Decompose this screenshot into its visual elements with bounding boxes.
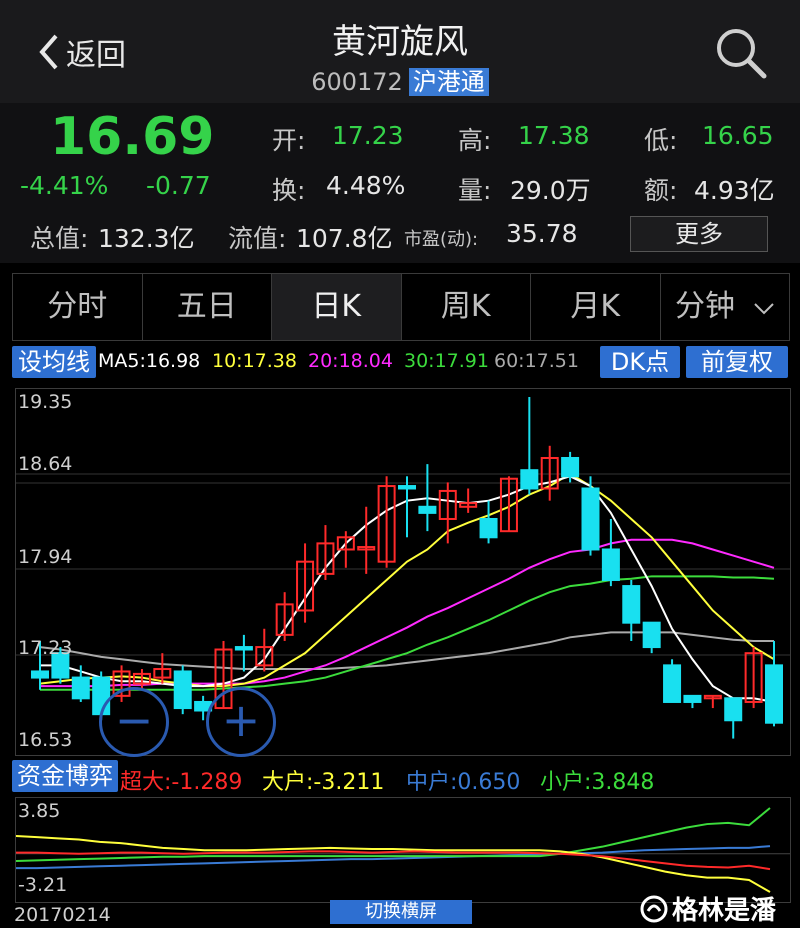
minus-icon: − [114,693,154,747]
candle-body [622,585,641,624]
y-tick-3: 17.94 [18,546,73,568]
tab-minute[interactable]: 分钟 [661,274,790,340]
hk-connect-badge[interactable]: 沪港通 [408,68,489,96]
float-cap-label: 流值: [228,224,287,253]
candle-body [683,694,702,703]
high-label: 高: [458,126,492,155]
dk-point-button[interactable]: DK点 [600,346,680,378]
turnover-label: 换: [272,176,306,205]
market-cap-value: 132.3亿 [98,224,195,253]
plus-icon: + [221,693,261,747]
tab-weekly-k[interactable]: 周K [402,274,531,340]
candle-body [765,664,783,724]
last-price: 16.69 [50,107,215,167]
turnover-value: 4.48% [326,171,406,200]
change-percent: -4.41% [20,171,109,200]
ma10-value: 10:17.38 [212,350,297,372]
open-value: 17.23 [332,121,404,150]
y-tick-2: 18.64 [18,453,73,475]
y-tick-4: 17.23 [18,637,73,659]
page-title: 黄河旋风 [332,22,468,62]
candle-body [724,697,743,722]
candle-body [173,670,192,710]
zoom-out-button[interactable]: − [99,687,169,757]
adjust-button[interactable]: 前复权 [686,346,788,378]
tab-daily-k[interactable]: 日K [272,274,402,340]
candle-body [234,646,253,651]
candle-body [642,621,661,649]
search-button[interactable] [712,24,768,84]
set-ma-button[interactable]: 设均线 [12,346,96,378]
candle-body [418,505,437,514]
market-cap-label: 总值: [30,224,89,253]
candle-body [479,517,498,539]
amount-value: 4.93亿 [694,176,775,205]
pe-label: 市盈(动): [404,229,479,250]
candle-body [520,469,539,490]
low-value: 16.65 [702,121,774,150]
period-tabs: 分时 五日 日K 周K 月K 分钟 [12,273,790,341]
candle-body [71,676,90,700]
ma30-value: 30:17.91 [404,350,489,372]
quote-panel: 16.69 -4.41% -0.77 开: 17.23 高: 17.38 低: … [0,103,800,263]
stock-code: 600172 [311,68,403,96]
ma5-value: MA5:16.98 [98,350,201,372]
fund-super-value: 超大:-1.289 [120,770,243,795]
fund-large-line [15,834,771,893]
fund-y-bottom: -3.21 [18,874,68,896]
candle-body [663,664,682,703]
watermark: 格林是潘 [640,890,776,927]
pe-value: 35.78 [506,219,578,248]
tab-five-day[interactable]: 五日 [143,274,272,340]
watermark-text: 格林是潘 [672,896,777,926]
candle-body [601,548,620,581]
tab-monthly-k[interactable]: 月K [531,274,661,340]
candle-body [398,485,416,490]
candle-body [31,670,49,679]
zoom-in-button[interactable]: + [206,687,276,757]
open-label: 开: [272,126,306,155]
ma60-line [39,631,774,671]
search-icon [717,29,767,79]
float-cap-value: 107.8亿 [296,224,393,253]
chevron-down-icon [753,303,774,315]
volume-value: 29.0万 [510,176,591,205]
candle-body [561,456,580,478]
switch-landscape-button[interactable]: 切换横屏 [330,900,472,924]
fund-svg [15,807,790,893]
amount-label: 额: [644,176,678,205]
tab-minute-label: 分钟 [674,289,735,324]
y-tick-bottom: 16.53 [18,729,73,751]
watermark-logo-icon [640,895,668,922]
ma60-value: 60:17.51 [494,350,579,372]
fund-game-button[interactable]: 资金博弈 [12,760,118,792]
high-value: 17.38 [518,121,590,150]
stock-subtitle: 600172 沪港通 [0,62,800,97]
fund-flow-chart[interactable]: 3.85 -3.21 [15,797,791,903]
date-label: 20170214 [14,904,111,926]
fund-small-value: 小户:3.848 [540,770,655,795]
more-button[interactable]: 更多 [630,216,768,252]
fund-large-value: 大户:-3.211 [262,770,385,795]
y-tick-top: 19.35 [18,391,73,413]
ma20-value: 20:18.04 [308,350,393,372]
volume-label: 量: [458,176,492,205]
fund-y-top: 3.85 [18,800,61,822]
tab-intraday[interactable]: 分时 [13,274,143,340]
nav-header: 返回 黄河旋风 600172 沪港通 [0,0,800,103]
candle-body [581,487,600,551]
change-amount: -0.77 [146,171,211,200]
low-label: 低: [644,126,678,155]
fund-mid-value: 中户:0.650 [406,770,521,795]
